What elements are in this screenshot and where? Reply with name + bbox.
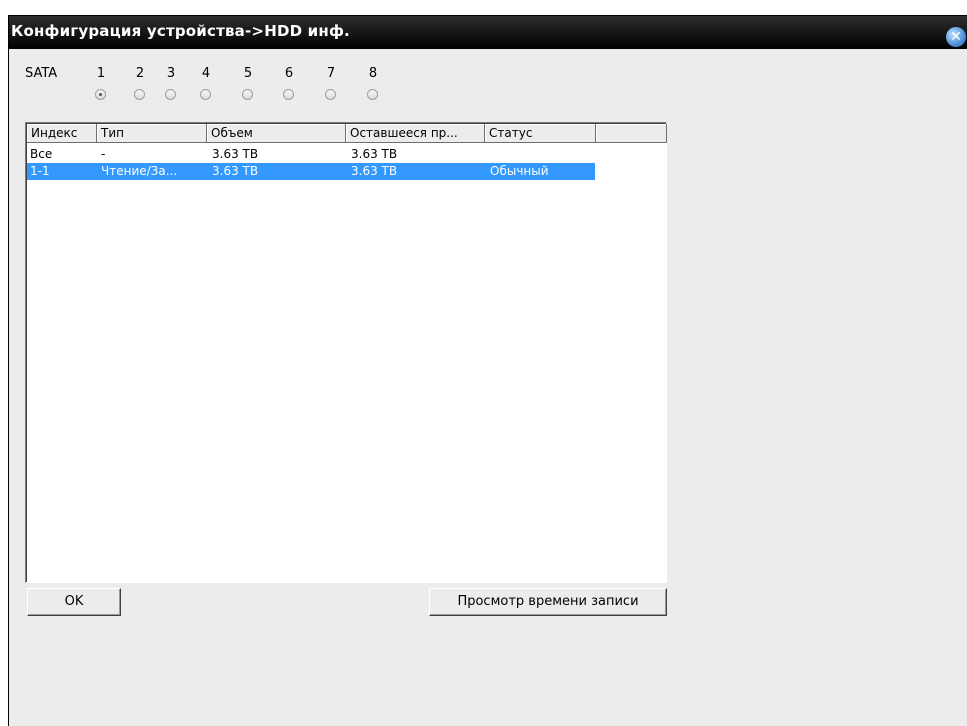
cell-index: 1-1 — [30, 164, 50, 178]
close-icon[interactable]: ✕ — [946, 27, 966, 47]
disk-number-4: 4 — [201, 66, 211, 81]
ok-button[interactable]: OK — [27, 588, 121, 616]
column-header-index[interactable]: Индекс — [27, 124, 97, 143]
disk-number-1: 1 — [96, 66, 106, 81]
list-header: Индекс Тип Объем Оставшееся пр... Статус — [27, 124, 667, 143]
sata-label: SATA — [25, 66, 58, 81]
disk-number-3: 3 — [166, 66, 176, 81]
disk-radio-2[interactable] — [134, 89, 145, 100]
disk-radio-4[interactable] — [200, 89, 211, 100]
disk-radio-3[interactable] — [165, 89, 176, 100]
cell-capacity: 3.63 TB — [212, 164, 259, 178]
disk-radio-5[interactable] — [242, 89, 253, 100]
column-header-type[interactable]: Тип — [97, 124, 207, 143]
cell-type: Чтение/За... — [101, 164, 178, 178]
hdd-list[interactable]: Индекс Тип Объем Оставшееся пр... Статус… — [25, 122, 667, 583]
disk-number-6: 6 — [284, 66, 294, 81]
disk-radio-8[interactable] — [367, 89, 378, 100]
column-header-status[interactable]: Статус — [485, 124, 596, 143]
column-header-remaining[interactable]: Оставшееся пр... — [346, 124, 485, 143]
disk-radio-1[interactable] — [95, 89, 106, 100]
table-row-selected[interactable]: 1-1 Чтение/За... 3.63 TB 3.63 TB Обычный — [27, 163, 595, 180]
view-record-time-button[interactable]: Просмотр времени записи — [429, 588, 667, 616]
column-header-empty — [596, 124, 667, 143]
cell-remaining: 3.63 TB — [351, 147, 398, 161]
disk-number-2: 2 — [135, 66, 145, 81]
disk-number-7: 7 — [326, 66, 336, 81]
disk-radio-7[interactable] — [325, 89, 336, 100]
cell-capacity: 3.63 TB — [212, 147, 259, 161]
disk-radio-6[interactable] — [283, 89, 294, 100]
hdd-info-window: Конфигурация устройства->HDD инф. ✕ SATA… — [8, 15, 967, 726]
cell-type: - — [101, 147, 106, 161]
cell-remaining: 3.63 TB — [351, 164, 398, 178]
cell-index: Все — [30, 147, 53, 161]
disk-number-5: 5 — [243, 66, 253, 81]
table-row[interactable]: Все - 3.63 TB 3.63 TB — [27, 146, 595, 163]
column-header-capacity[interactable]: Объем — [207, 124, 346, 143]
cell-status: Обычный — [490, 164, 549, 178]
title-bar: Конфигурация устройства->HDD инф. ✕ — [9, 16, 967, 49]
window-title: Конфигурация устройства->HDD инф. — [11, 22, 350, 40]
disk-number-8: 8 — [368, 66, 378, 81]
